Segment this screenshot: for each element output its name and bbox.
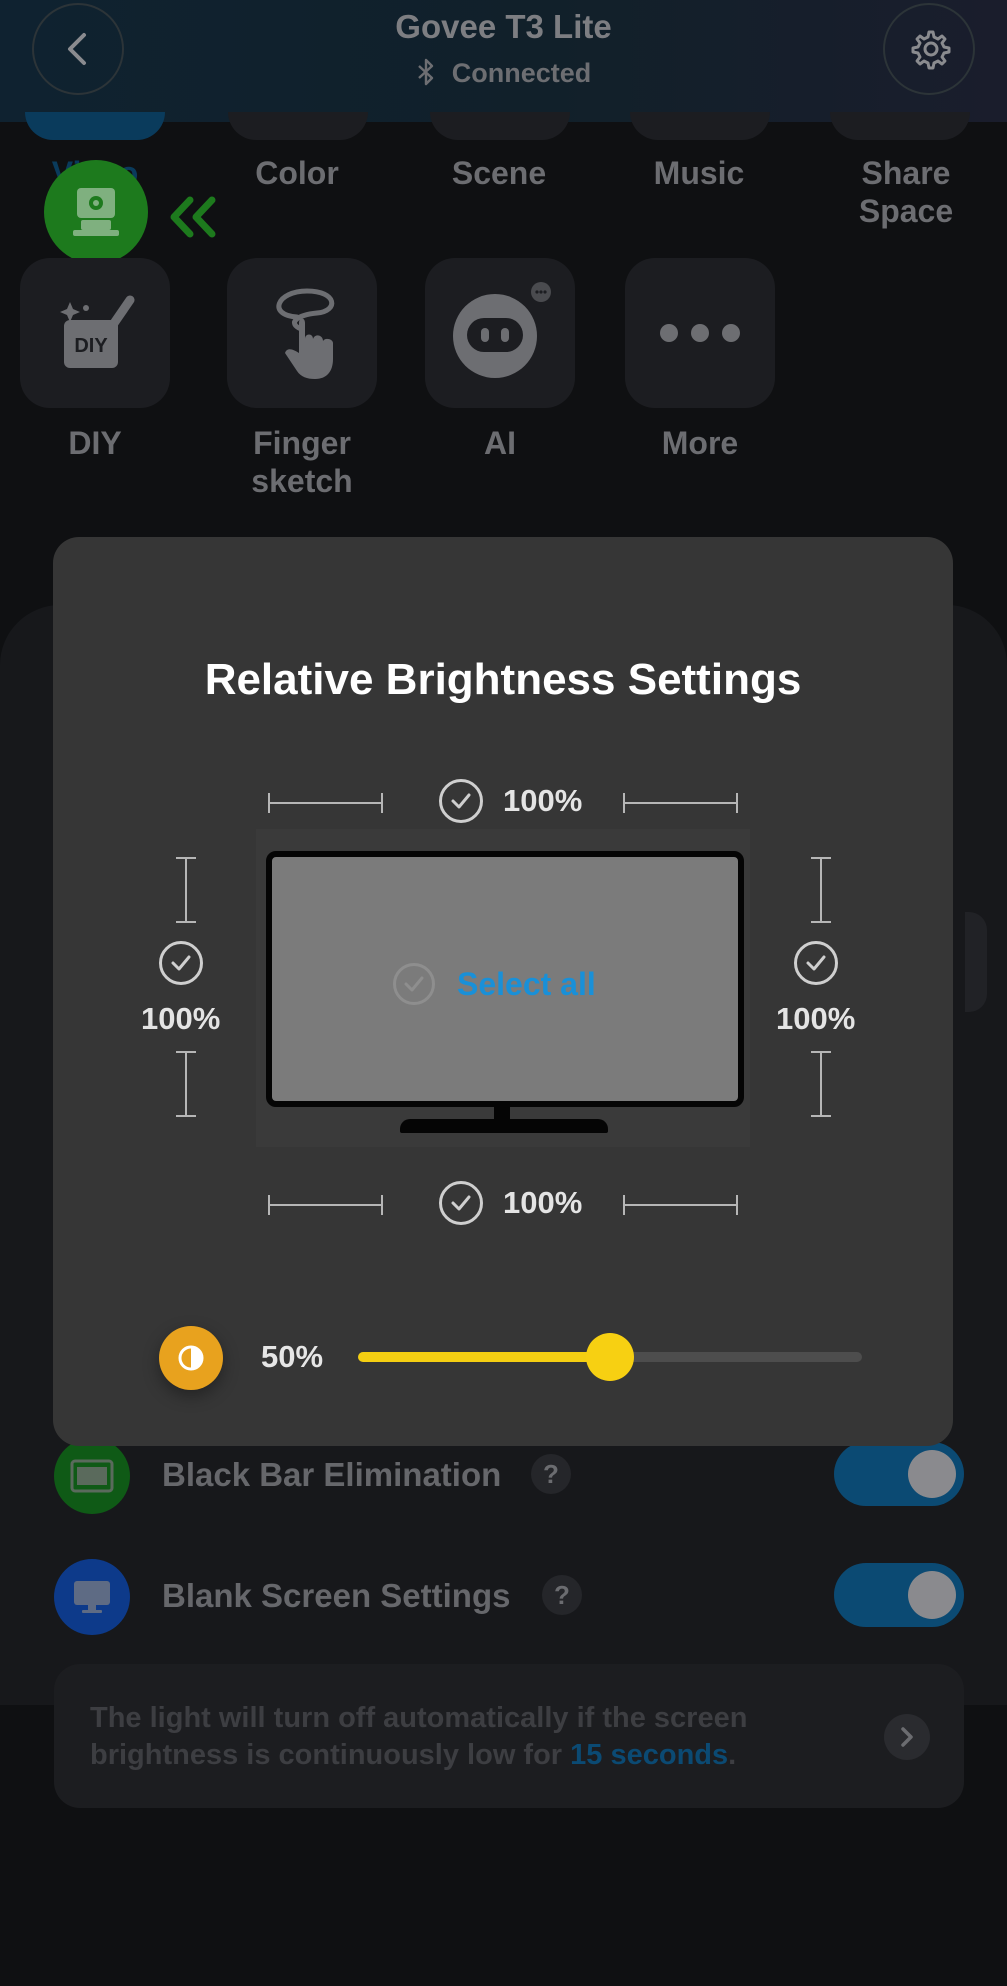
feature-label-ai: AI: [484, 425, 516, 461]
diy-icon: DIY: [60, 295, 135, 368]
setting-row-blank-screen: Blank Screen Settings ?: [54, 1559, 964, 1637]
background-block: [965, 912, 987, 1012]
app-header: Govee T3 Lite Connected: [0, 0, 1007, 122]
select-all-label: Select all: [457, 965, 596, 1002]
relative-brightness-dialog: Relative Brightness Settings 100% 100% 1…: [53, 537, 953, 1446]
chevron-right-icon[interactable]: [884, 1714, 930, 1760]
top-edge-selector[interactable]: 100%: [439, 779, 582, 823]
tab-scene[interactable]: Scene: [424, 154, 574, 192]
bottom-edge-value: 100%: [503, 1185, 583, 1220]
setting-row-black-bar: Black Bar Elimination ?: [54, 1438, 964, 1516]
tab-pill-scene: [430, 112, 570, 140]
top-edge-line-left: [268, 793, 383, 813]
left-edge-selector[interactable]: 100%: [141, 941, 220, 1037]
check-icon: [793, 941, 838, 985]
feature-tile-more[interactable]: [625, 258, 775, 408]
info-text-end: .: [728, 1739, 737, 1771]
left-edge-line-bottom: [176, 1051, 196, 1117]
top-edge-line-right: [623, 793, 738, 813]
tab-pill-music: [630, 112, 770, 140]
connection-status: Connected: [0, 58, 1007, 89]
check-icon: [158, 941, 203, 985]
feature-label-finger-sketch: Finger sketch: [251, 425, 353, 499]
bottom-edge-line-left: [268, 1195, 383, 1215]
slider-handle[interactable]: [586, 1333, 634, 1381]
feature-tile-finger-sketch[interactable]: [227, 258, 377, 408]
more-dots-icon: [660, 324, 740, 342]
tv-preview: Select all: [256, 829, 750, 1147]
finger-sketch-icon: [276, 288, 335, 379]
feature-label-diy: DIY: [68, 425, 122, 461]
connection-status-label: Connected: [451, 58, 592, 88]
toggle-knob: [908, 1450, 956, 1498]
monitor-icon: [54, 1559, 130, 1635]
blank-screen-toggle[interactable]: [834, 1563, 964, 1627]
device-title: Govee T3 Lite: [395, 8, 612, 45]
check-icon: [439, 1181, 483, 1225]
info-text-duration: 15 seconds: [570, 1739, 729, 1771]
video-tab-badge[interactable]: [44, 160, 148, 264]
feature-tile-diy[interactable]: DIY: [20, 258, 170, 408]
tab-pill-color: [228, 112, 368, 140]
brightness-icon: [159, 1326, 223, 1390]
tab-color[interactable]: Color: [222, 154, 372, 192]
toggle-knob: [908, 1571, 956, 1619]
bluetooth-icon: [417, 58, 433, 86]
select-all-button[interactable]: Select all: [393, 963, 596, 1005]
tab-share-space[interactable]: Share Space: [846, 154, 966, 230]
blank-screen-label: Blank Screen Settings: [162, 1577, 511, 1614]
dialog-title: Relative Brightness Settings: [204, 655, 802, 704]
blank-screen-help-button[interactable]: ?: [542, 1575, 582, 1615]
ai-robot-icon: [453, 282, 551, 378]
svg-text:DIY: DIY: [74, 335, 108, 357]
projector-icon: [73, 188, 119, 236]
auto-off-info-text: The light will turn off automatically if…: [90, 1700, 850, 1774]
tab-music[interactable]: Music: [624, 154, 774, 192]
feature-label-more: More: [661, 425, 739, 461]
tab-indicator-video: [25, 112, 165, 140]
black-bar-help-button[interactable]: ?: [531, 1454, 571, 1494]
right-edge-selector[interactable]: 100%: [776, 941, 855, 1037]
check-icon: [393, 963, 435, 1005]
right-edge-value: 100%: [776, 1001, 856, 1036]
tv-stand: [400, 1119, 608, 1133]
settings-button[interactable]: [883, 3, 975, 95]
black-bar-icon: [54, 1438, 130, 1514]
top-edge-value: 100%: [503, 783, 583, 818]
auto-off-info-card[interactable]: The light will turn off automatically if…: [54, 1664, 964, 1808]
brightness-slider[interactable]: [358, 1333, 862, 1381]
right-edge-line-top: [811, 857, 831, 923]
tv-screen[interactable]: Select all: [266, 851, 744, 1107]
right-edge-line-bottom: [811, 1051, 831, 1117]
check-icon: [439, 779, 483, 823]
gear-icon: [911, 30, 951, 70]
left-edge-value: 100%: [141, 1001, 221, 1036]
brightness-value: 50%: [261, 1339, 324, 1374]
feature-tile-ai[interactable]: [425, 258, 575, 408]
bottom-edge-line-right: [623, 1195, 738, 1215]
tab-pill-share-space: [830, 112, 970, 140]
double-chevron-left-icon: [170, 196, 216, 238]
left-edge-line-top: [176, 857, 196, 923]
bottom-edge-selector[interactable]: 100%: [439, 1181, 582, 1225]
black-bar-label: Black Bar Elimination: [162, 1456, 502, 1493]
slider-fill: [358, 1352, 610, 1362]
black-bar-toggle[interactable]: [834, 1442, 964, 1506]
